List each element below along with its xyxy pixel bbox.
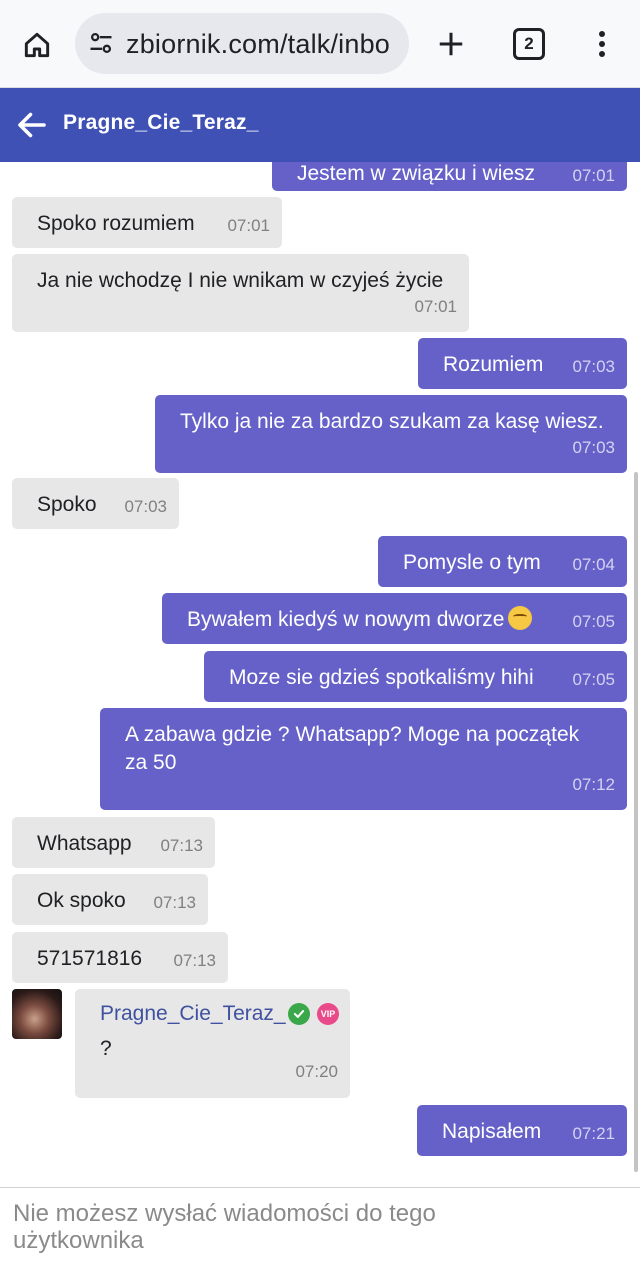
message-time: 07:20 — [295, 1062, 338, 1081]
message-time: 07:13 — [160, 836, 203, 855]
message-time: 07:01 — [227, 216, 270, 235]
message-time: 07:04 — [572, 555, 615, 574]
address-bar[interactable]: zbiornik.com/talk/inbo — [75, 13, 409, 74]
message-time: 07:01 — [414, 297, 457, 316]
message-time: 07:05 — [572, 670, 615, 689]
message-bubble-outgoing: Jestem w związku i wiesz 07:01 — [272, 162, 627, 191]
message-time: 07:01 — [572, 166, 615, 185]
message-bubble-incoming: Ok spoko 07:13 — [12, 874, 208, 925]
vip-badge-icon: VIP — [317, 1003, 339, 1025]
message-time: 07:03 — [572, 357, 615, 376]
message-text: Moze sie gdzieś spotkaliśmy hihi — [229, 666, 534, 689]
message-list[interactable]: Jestem w związku i wiesz 07:01 Spoko roz… — [0, 162, 640, 1187]
sender-name[interactable]: Pragne_Cie_Teraz_ — [100, 1002, 286, 1026]
new-tab-icon[interactable] — [428, 21, 474, 67]
message-time: 07:03 — [572, 438, 615, 457]
site-settings-icon[interactable] — [87, 29, 115, 57]
shushing-face-emoji-icon — [508, 606, 533, 630]
message-bubble-outgoing: A zabawa gdzie ? Whatsapp? Moge na począ… — [100, 708, 627, 810]
avatar[interactable] — [12, 989, 62, 1039]
message-text: A zabawa gdzie ? Whatsapp? Moge na począ… — [125, 723, 580, 774]
message-time: 07:13 — [153, 893, 196, 912]
message-time: 07:05 — [572, 612, 615, 631]
message-time: 07:21 — [572, 1124, 615, 1143]
message-text-content: Bywałem kiedyś w nowym dworze — [187, 608, 505, 631]
message-bubble-outgoing: Bywałem kiedyś w nowym dworze 07:05 — [162, 593, 627, 644]
message-bubble-incoming: Spoko 07:03 — [12, 478, 179, 529]
scrollbar[interactable] — [634, 472, 638, 1172]
compose-disabled-notice: Nie możesz wysłać wiadomości do tego uży… — [0, 1187, 640, 1265]
message-bubble-incoming: 571571816 07:13 — [12, 932, 228, 983]
message-bubble-incoming: Whatsapp 07:13 — [12, 817, 215, 868]
message-bubble-incoming: Ja nie wchodzę I nie wnikam w czyjeś życ… — [12, 254, 469, 332]
url-text[interactable]: zbiornik.com/talk/inbo — [126, 29, 390, 60]
chat-title[interactable]: Pragne_Cie_Teraz_ — [63, 111, 259, 135]
message-bubble-outgoing: Pomysle o tym 07:04 — [378, 536, 627, 587]
back-arrow-icon[interactable] — [14, 107, 50, 143]
message-bubble-outgoing: Rozumiem 07:03 — [418, 338, 627, 389]
more-menu-icon[interactable] — [582, 21, 622, 67]
verified-check-icon — [288, 1003, 310, 1025]
message-text: Bywałem kiedyś w nowym dworze — [187, 606, 615, 634]
message-text: Ja nie wchodzę I nie wnikam w czyjeś życ… — [37, 269, 444, 292]
home-icon[interactable] — [14, 22, 60, 68]
message-time: 07:12 — [572, 775, 615, 794]
message-time: 07:03 — [124, 497, 167, 516]
message-card-with-sender: Pragne_Cie_Teraz_ VIP ? 07:20 — [75, 989, 350, 1098]
message-bubble-outgoing: Tylko ja nie za bardzo szukam za kasę wi… — [155, 395, 627, 473]
browser-toolbar: zbiornik.com/talk/inbo 2 — [0, 0, 640, 88]
tab-switcher-button[interactable]: 2 — [506, 21, 552, 67]
message-bubble-incoming: Spoko rozumiem 07:01 — [12, 197, 282, 248]
message-text: Tylko ja nie za bardzo szukam za kasę wi… — [180, 410, 604, 433]
notice-text: Nie możesz wysłać wiadomości do tego uży… — [13, 1200, 436, 1254]
message-time: 07:13 — [173, 951, 216, 970]
tab-count: 2 — [513, 28, 545, 60]
message-text: ? — [100, 1037, 112, 1060]
message-bubble-outgoing: Napisałem 07:21 — [417, 1105, 627, 1156]
chat-header: Pragne_Cie_Teraz_ — [0, 88, 640, 162]
message-bubble-outgoing: Moze sie gdzieś spotkaliśmy hihi 07:05 — [204, 651, 627, 702]
message-text: Jestem w związku i wiesz — [297, 162, 536, 185]
